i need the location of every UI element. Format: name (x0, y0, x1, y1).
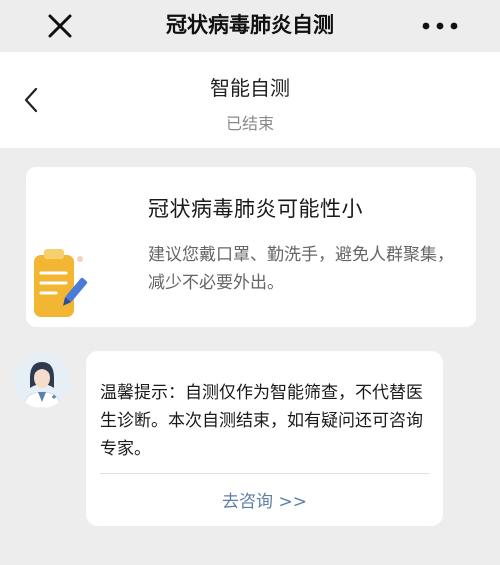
result-advice: 建议您戴口罩、勤洗手，避免人群聚集，减少不必要外出。 (148, 245, 454, 293)
more-dots-icon[interactable] (420, 12, 460, 40)
assistant-tip-bubble: 温馨提示：自测仅作为智能筛查，不代替医生诊断。本次自测结束，如有疑问还可咨询专家… (86, 351, 443, 526)
result-card: 冠状病毒肺炎可能性小 建议您戴口罩、勤洗手，避免人群聚集，减少不必要外出。 (26, 167, 476, 327)
page-title: 智能自测 (210, 76, 290, 100)
sub-header: 智能自测 已结束 (0, 52, 500, 148)
clipboard-pen-icon (30, 245, 88, 323)
top-bar: 冠状病毒肺炎自测 (0, 0, 500, 52)
doctor-avatar-icon (14, 352, 70, 408)
consult-link[interactable]: 去咨询 >> (86, 487, 443, 512)
tip-text: 温馨提示：自测仅作为智能筛查，不代替医生诊断。本次自测结束，如有疑问还可咨询专家… (100, 383, 423, 459)
status-text: 已结束 (225, 114, 274, 133)
result-title: 冠状病毒肺炎可能性小 (148, 197, 363, 221)
divider (100, 473, 430, 474)
